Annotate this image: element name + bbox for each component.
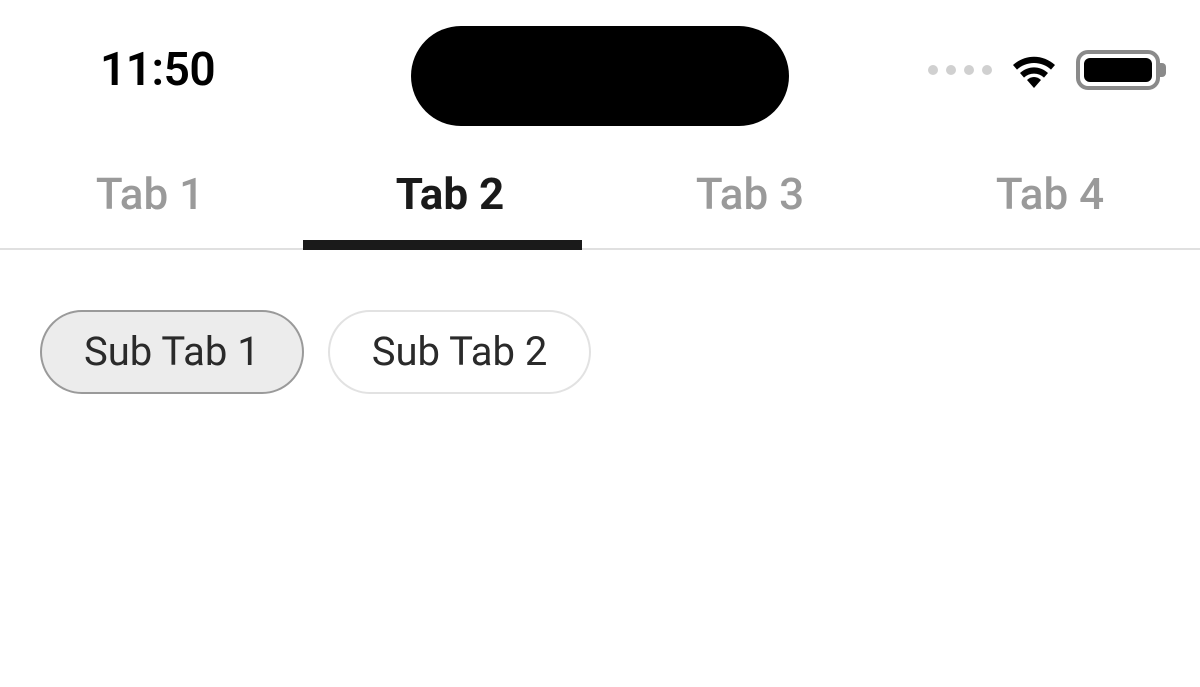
tab-4[interactable]: Tab 4	[900, 140, 1200, 248]
tab-3[interactable]: Tab 3	[600, 140, 900, 248]
notch	[411, 26, 789, 126]
wifi-icon	[1010, 51, 1058, 89]
sub-tab-2[interactable]: Sub Tab 2	[328, 310, 592, 394]
status-right	[928, 50, 1160, 90]
status-time: 11:50	[100, 43, 215, 97]
sub-tab-row: Sub Tab 1 Sub Tab 2	[0, 250, 1200, 394]
cellular-icon	[928, 65, 992, 75]
tab-1[interactable]: Tab 1	[0, 140, 300, 248]
tab-bar: Tab 1 Tab 2 Tab 3 Tab 4	[0, 140, 1200, 250]
sub-tab-1[interactable]: Sub Tab 1	[40, 310, 304, 394]
battery-icon	[1076, 50, 1160, 90]
status-bar: 11:50	[0, 0, 1200, 140]
tab-2[interactable]: Tab 2	[300, 140, 600, 248]
